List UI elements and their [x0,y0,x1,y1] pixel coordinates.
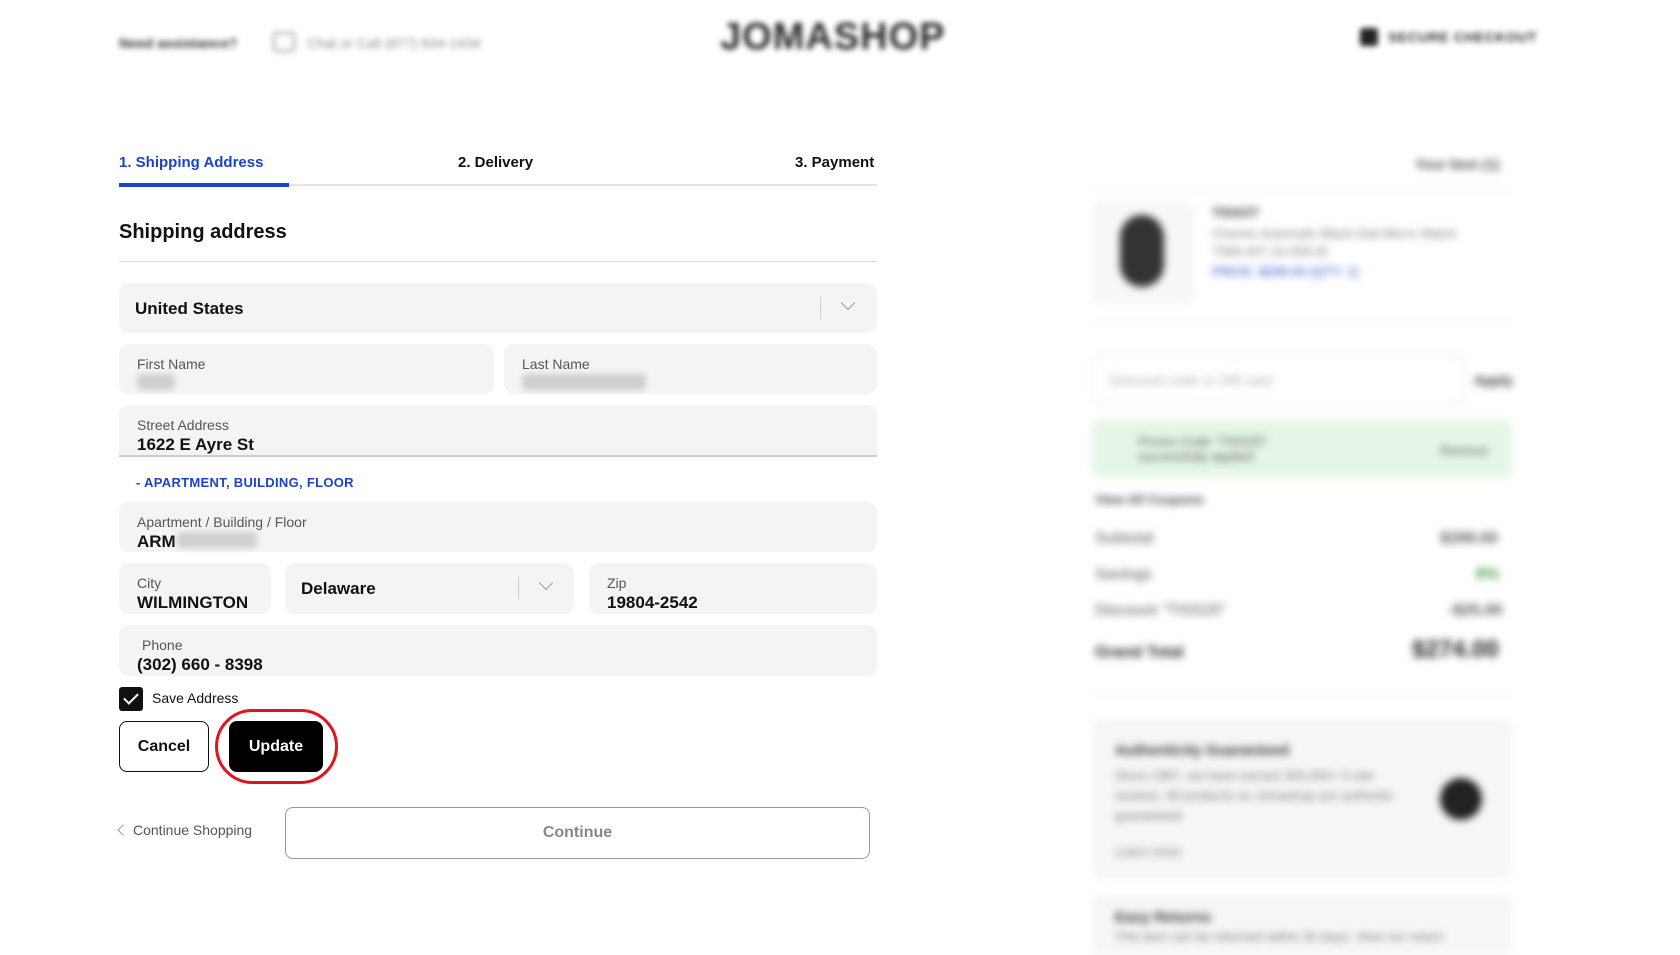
cancel-button[interactable]: Cancel [119,721,209,772]
step-delivery[interactable]: 2. Delivery [458,154,533,171]
subtotal-label: Subtotal [1095,530,1154,547]
easy-returns-text: This item can be returned within 30 days… [1115,929,1444,944]
highlight-annotation [215,709,338,784]
view-coupons-link[interactable]: View All Coupons [1095,492,1204,507]
zip-field[interactable]: Zip 19804-2542 [589,563,877,614]
active-step-indicator [119,183,289,187]
grand-total-label: Grand Total [1095,644,1184,661]
phone-value: (302) 660 - 8398 [137,655,263,674]
chat-call-link[interactable]: Chat or Call (877) 834-1434 [307,35,481,51]
phone-field[interactable]: Phone (302) 660 - 8398 [119,625,877,676]
authenticity-box [1092,720,1512,878]
last-name-label: Last Name [522,356,590,372]
savings-label: Savings [1095,566,1152,583]
product-price: PRICE: $299.00 (QTY: 1) [1212,264,1359,279]
country-select[interactable]: United States [119,283,877,333]
apartment-field[interactable]: Apartment / Building / Floor ARM [119,502,877,552]
step-shipping-address[interactable]: 1. Shipping Address [119,154,263,171]
continue-button[interactable]: Continue [285,807,870,859]
promo-applied-banner [1092,420,1512,478]
chat-icon[interactable] [273,32,295,52]
product-name: Chemin Automatic Black Dial Men's Watch [1212,226,1457,241]
apartment-toggle-link[interactable]: - APARTMENT, BUILDING, FLOOR [136,475,354,490]
secure-checkout-label: SECURE CHECKOUT [1388,29,1538,45]
summary-divider [1092,188,1512,189]
street-address-value: 1622 E Ayre St [137,435,254,454]
authenticity-learn-more[interactable]: Learn more [1115,844,1181,859]
discount-input[interactable] [1092,355,1466,405]
lock-icon [1360,28,1378,46]
last-name-value-redacted [522,374,646,390]
apply-button[interactable]: Apply [1474,372,1513,388]
assistance-text: Need assistance? [119,35,238,51]
street-address-label: Street Address [137,417,229,433]
discount-label: Discount "TISS25" [1095,602,1227,619]
continue-shopping-link[interactable]: Continue Shopping [133,822,252,838]
summary-divider [1092,693,1512,694]
product-sku: T099.407.16.058.00 [1212,244,1329,259]
grand-total-value: $274.00 [1412,636,1499,663]
product-brand: TISSOT [1212,205,1259,220]
page-title: Shipping address [119,221,287,243]
promo-remove-link[interactable]: Remove [1440,443,1488,458]
first-name-field[interactable]: First Name [119,344,494,394]
first-name-value-redacted [137,374,175,390]
street-address-field[interactable]: Street Address 1622 E Ayre St [119,405,877,457]
country-value: United States [135,299,244,318]
authenticity-title: Authenticity Guaranteed [1115,742,1290,759]
jomashop-logo[interactable]: JOMASHOP [720,16,945,59]
state-select[interactable]: Delaware [285,563,574,614]
zip-label: Zip [607,575,627,591]
apartment-value-redacted [177,532,257,548]
section-divider [119,261,877,262]
city-value: WILMINGTON [137,593,249,612]
discount-value: -$25.00 [1448,602,1503,619]
chevron-left-icon [117,824,129,836]
authenticity-text: Since 1987, we have earned 300,000+ 5 st… [1115,768,1394,823]
discount-placeholder: Discount code or Gift card [1110,372,1272,388]
first-name-label: First Name [137,356,206,372]
easy-returns-title: Easy Returns [1115,909,1211,926]
watch-image [1120,215,1164,287]
select-separator [820,297,821,319]
select-separator [518,577,519,599]
city-field[interactable]: City WILMINGTON [119,563,271,614]
save-address-label[interactable]: Save Address [152,690,238,706]
summary-divider [1092,322,1512,323]
phone-label: Phone [142,637,183,653]
apartment-value: ARM [137,532,176,551]
product-thumbnail[interactable] [1093,203,1193,303]
apartment-label: Apartment / Building / Floor [137,514,307,530]
zip-value: 19804-2542 [607,593,698,612]
save-address-checkbox[interactable] [119,687,143,711]
easy-returns-box [1092,895,1512,955]
subtotal-value: $299.00 [1440,530,1498,547]
state-value: Delaware [301,579,376,598]
items-count: Your Item (1) [1415,156,1500,172]
promo-text: Promo Code "TISS25" successfully applied [1138,434,1268,464]
chevron-down-icon [840,295,856,311]
step-payment[interactable]: 3. Payment [795,154,874,171]
savings-value: 8% [1476,566,1500,583]
order-summary: Your Item (1) TISSOT Chemin Automatic Bl… [0,0,1680,955]
authenticity-badge-icon [1440,778,1482,820]
last-name-field[interactable]: Last Name [504,344,877,394]
city-label: City [137,575,162,591]
chevron-down-icon [538,575,554,591]
